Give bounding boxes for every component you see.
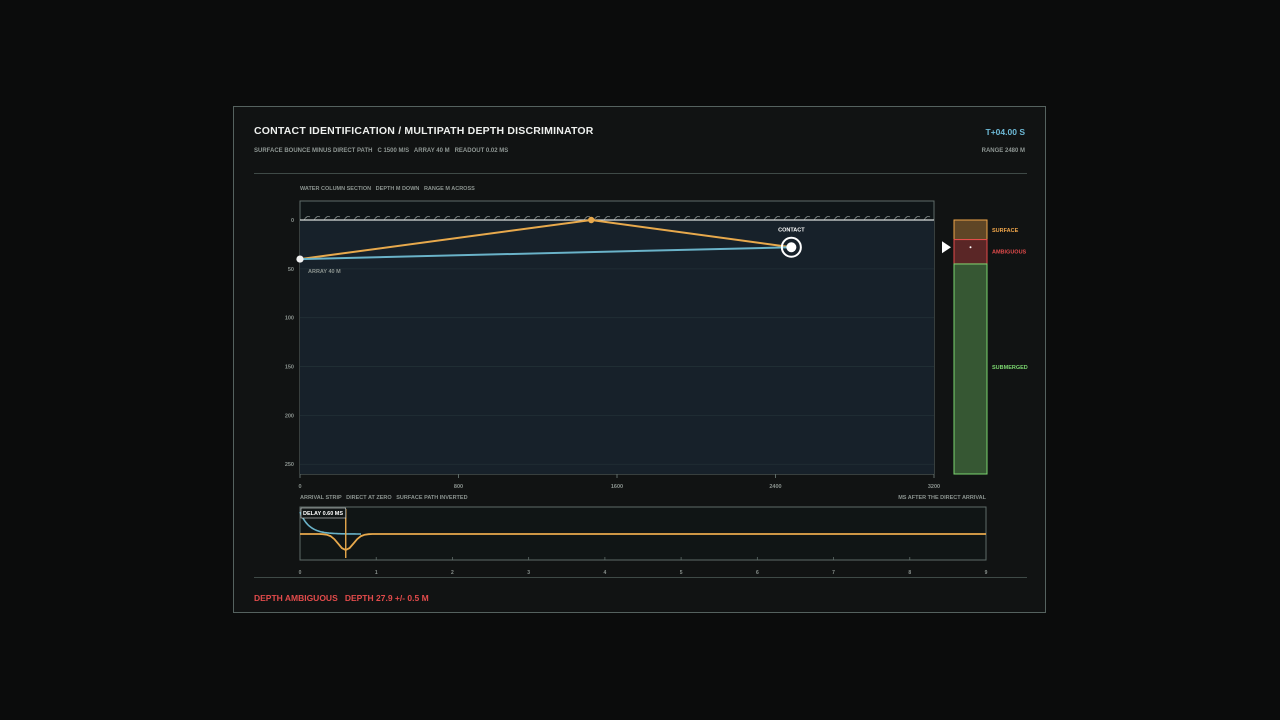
arrival-tick-label: 8 — [908, 570, 911, 576]
arrival-tick-label: 5 — [680, 570, 683, 576]
arrival-tick-label: 0 — [299, 570, 302, 576]
arrival-tick-label: 7 — [832, 570, 835, 576]
arrival-tick-label: 2 — [451, 570, 454, 576]
arrival-tick-label: 4 — [603, 570, 606, 576]
arrival-strip: 0 1 2 3 4 5 6 7 8 9 DELAY 0.60 MS — [299, 506, 988, 576]
arrival-tick-label: 3 — [527, 570, 530, 576]
arrival-tick-label: 9 — [985, 570, 988, 576]
delay-readout: DELAY 0.60 MS — [303, 511, 343, 517]
footer-divider — [254, 577, 1027, 578]
arrival-tick-label: 6 — [756, 570, 759, 576]
depth-status: DEPTH AMBIGUOUS DEPTH 27.9 +/- 0.5 M — [254, 593, 429, 603]
arrival-tick-label: 1 — [375, 570, 378, 576]
discriminator-panel: CONTACT IDENTIFICATION / MULTIPATH DEPTH… — [233, 106, 1046, 613]
